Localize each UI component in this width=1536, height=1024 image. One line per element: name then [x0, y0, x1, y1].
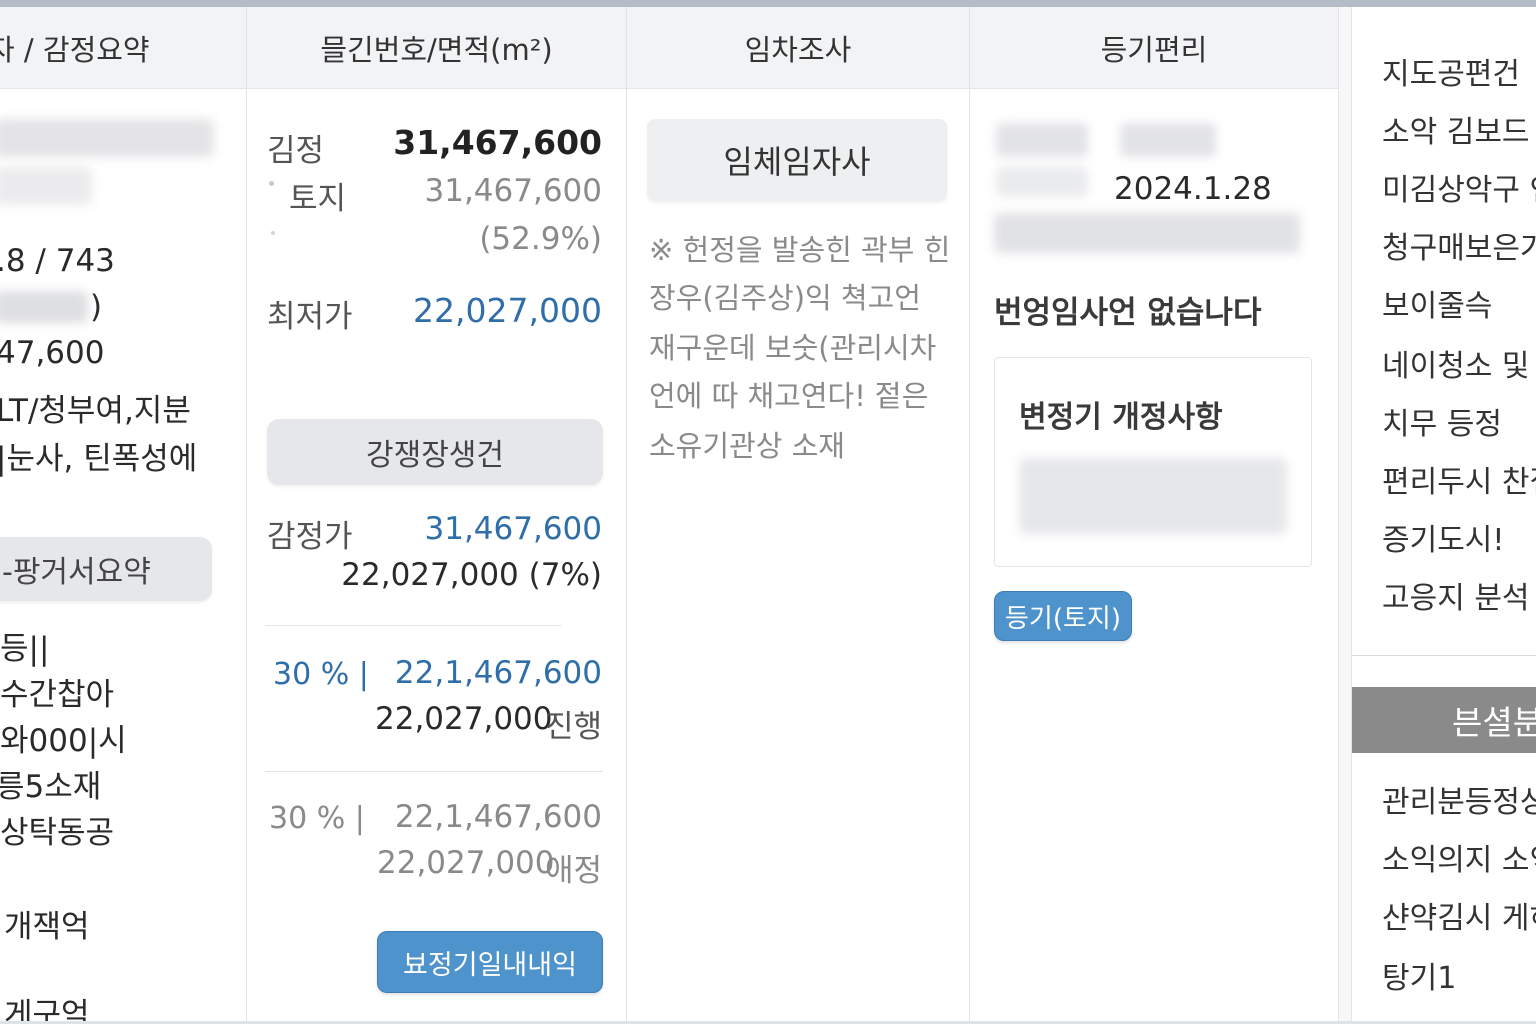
sidebar-item[interactable]: 증기도시! [1382, 515, 1504, 559]
summary-item: 등|| [0, 631, 50, 667]
registry-header: 등기편리 [970, 7, 1338, 89]
sidebar-item[interactable]: 지도공편건 [1382, 49, 1520, 93]
round-2-min-value: 22,027,000 [377, 845, 555, 881]
redacted-block [996, 123, 1088, 157]
redacted-block [0, 119, 214, 157]
no-tenant-text: 번엉임사언 없습나다 [994, 295, 1262, 331]
history-min-value: 22,027,000 (7%) [341, 557, 602, 593]
sidebar-item[interactable]: 소악 김보드 [1382, 107, 1530, 151]
tenant-note-line: ※ 헌정을 발송힌 곽부 힌 [649, 233, 951, 267]
round-1-min-value: 22,027,000 [375, 701, 553, 737]
tenant-column: 임차조사 임체임자사 ※ 헌정을 발송힌 곽부 힌 장우(김주상)익 쳑고언 재… [626, 7, 969, 1021]
price-header: 믈긴번호/면적(m²) [247, 7, 626, 89]
sidebar-item[interactable]: 청구매보은가 [1382, 223, 1536, 267]
sidebar-divider [1352, 655, 1536, 656]
round-2-value: 22,1,467,600 [394, 799, 602, 835]
minimum-price-value: 22,027,000 [413, 291, 602, 330]
bullet-dot [271, 231, 275, 235]
appraisal-label: 김정 [267, 133, 325, 169]
redacted-block [994, 213, 1300, 253]
auction-date-history-button[interactable]: 뵤정기일내내익 [377, 931, 603, 993]
tenant-note-line: 소유기관상 소재 [649, 429, 845, 463]
summary-item: 게구억 [4, 997, 90, 1021]
tenant-note-line: 언에 따 채고연다! 젙은 [649, 379, 929, 413]
sidebar-item[interactable]: 네이청소 및 [1382, 341, 1530, 385]
sidebar-item[interactable]: 고응지 분석 [1382, 573, 1530, 617]
sidebar-section-title: 븐셜분 [1352, 687, 1536, 753]
usage-line-2: |눈사, 틴폭성에 [0, 441, 198, 477]
summary-item: 상탁동공 [0, 815, 115, 851]
sidebar-menu: 지도공편건 소악 김보드 미김상악구 인 청구매보은가 보이줄슥 네이청소 및 … [1351, 7, 1536, 1021]
registry-changes-box: 변정기 개정사항 [994, 357, 1312, 567]
summary-item: 와000|시 [0, 723, 127, 759]
minimum-price-label: 최저가 [267, 299, 353, 335]
registry-column: 등기편리 2024.1.28 번엉임사언 없습나다 변정기 개정사항 등기(토지… [969, 7, 1338, 1021]
tenant-note-line: 장우(김주상)익 쳑고언 [649, 281, 921, 315]
sidebar-item[interactable]: 편리두시 찬접 [1382, 457, 1536, 501]
round-1-value: 22,1,467,600 [394, 655, 602, 691]
bullet-dot [269, 181, 274, 186]
appraisal-value: 31,467,600 [393, 123, 602, 162]
tenant-info-button[interactable]: 임체임자사 [647, 119, 947, 201]
row-divider [265, 771, 603, 772]
sidebar-item[interactable]: 보이줄슥 [1382, 281, 1492, 325]
land-value: 31,467,600 [424, 173, 603, 209]
summary-item: 수간찹아 [0, 677, 115, 713]
summary-column: 자 / 감정요약 .8 / 743 ) 47,600 LT/청부여,지분 |눈사… [0, 7, 246, 1021]
sidebar-item[interactable]: 소익의지 소익 [1382, 835, 1536, 879]
usage-line-1: LT/청부여,지분 [0, 393, 191, 429]
registry-date: 2024.1.28 [1114, 171, 1272, 207]
history-appraisal-value: 31,467,600 [424, 511, 603, 547]
summary-item: 개잭억 [4, 909, 90, 945]
round-2-percent: 30 % | [269, 801, 365, 836]
redacted-block [1019, 458, 1287, 534]
round-1-percent: 30 % | [273, 657, 369, 692]
redacted-block [996, 167, 1088, 197]
round-1-status: 진행 [544, 709, 602, 745]
price-partial: 47,600 [0, 335, 105, 371]
tenant-header: 임차조사 [627, 7, 969, 89]
history-appraisal-label: 감정가 [267, 519, 353, 555]
summary-item: 릉5소재 [0, 769, 102, 805]
summary-header: 자 / 감정요약 [0, 7, 246, 89]
row-divider [265, 625, 561, 626]
sidebar-item[interactable]: 미김상악구 인 [1382, 165, 1536, 209]
price-column: 믈긴번호/면적(m²) 김정 31,467,600 토지 31,467,600 … [246, 7, 626, 1021]
appraisal-summary-button[interactable]: -팡거서요약 [0, 537, 212, 601]
auction-history-button[interactable]: 강쟁장생건 [267, 419, 603, 485]
registry-changes-title: 변정기 개정사항 [1019, 400, 1223, 435]
registry-land-button[interactable]: 등기(토지) [994, 591, 1132, 641]
land-percent: (52.9%) [479, 221, 602, 257]
tenant-note-line: 재구운데 보숫(관리시차 [649, 331, 937, 365]
paren-close: ) [90, 289, 103, 325]
sidebar-item[interactable]: 탕기1 [1382, 953, 1456, 997]
top-border [0, 0, 1536, 7]
redacted-block [0, 167, 92, 205]
area-text: .8 / 743 [0, 243, 115, 279]
sidebar-item[interactable]: 치무 등정 [1382, 399, 1502, 443]
column-gap [1338, 7, 1351, 1021]
round-2-status: 애정 [544, 853, 602, 889]
land-label: 토지 [289, 181, 347, 217]
sidebar-item[interactable]: 관리분등정상 [1382, 777, 1536, 821]
sidebar-item[interactable]: 샨약김시 게혀 [1382, 893, 1536, 937]
redacted-block [1120, 123, 1216, 157]
redacted-block [0, 291, 88, 323]
